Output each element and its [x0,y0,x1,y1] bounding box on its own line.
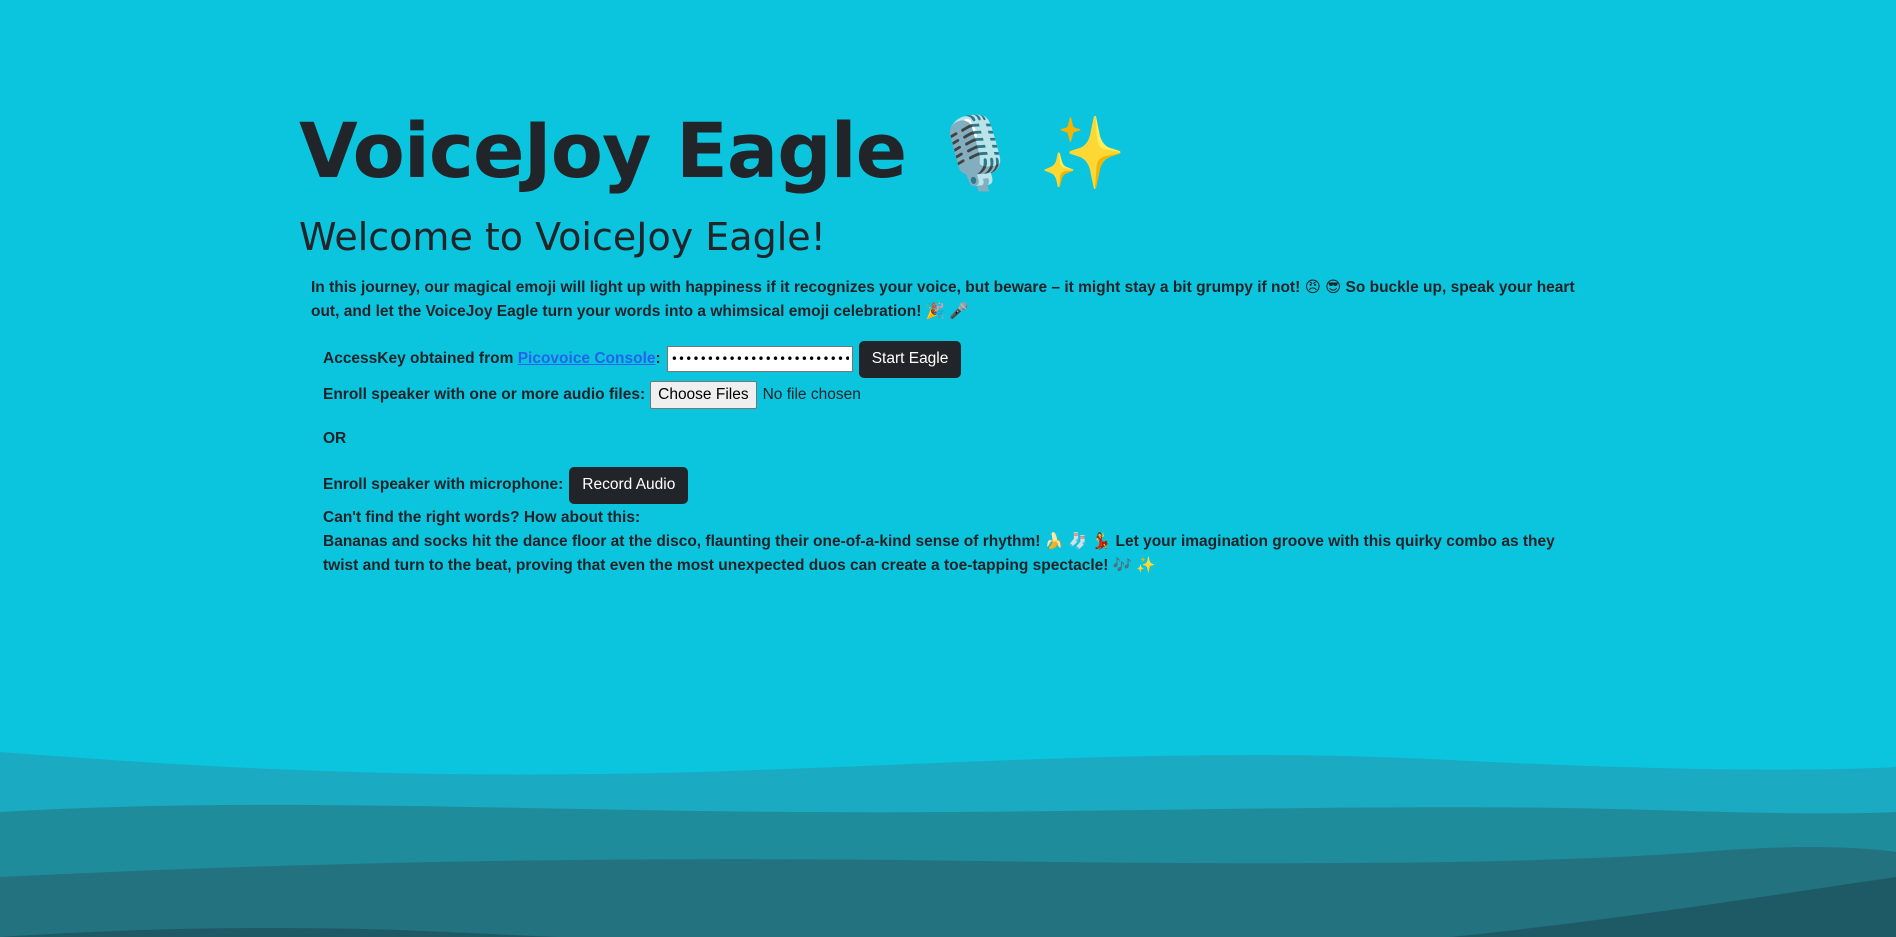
main-content: VoiceJoy Eagle 🎙️ ✨ Welcome to VoiceJoy … [299,96,1579,578]
microphone-sparkles-icon: 🎙️ ✨ [931,112,1127,194]
app-title-text: VoiceJoy Eagle [299,106,907,195]
enroll-files-row: Enroll speaker with one or more audio fi… [323,378,1579,412]
enroll-form: AccessKey obtained from Picovoice Consol… [323,340,1579,578]
enroll-files-label: Enroll speaker with one or more audio fi… [323,386,646,403]
or-divider: OR [323,430,347,447]
page: VoiceJoy Eagle 🎙️ ✨ Welcome to VoiceJoy … [0,0,1896,937]
record-audio-button[interactable]: Record Audio [569,466,689,504]
welcome-heading: Welcome to VoiceJoy Eagle! [299,215,826,259]
intro-text: In this journey, our magical emoji will … [311,279,1575,320]
background-waves [0,752,1896,937]
start-eagle-button[interactable]: Start Eagle [858,340,962,378]
access-key-row: AccessKey obtained from Picovoice Consol… [323,340,1579,378]
picovoice-console-link[interactable]: Picovoice Console [518,350,656,367]
access-key-input[interactable] [666,346,853,372]
enroll-mic-label: Enroll speaker with microphone: [323,476,564,493]
enroll-mic-row: Enroll speaker with microphone: Record A… [323,466,1579,504]
app-title: VoiceJoy Eagle 🎙️ ✨ [299,96,1579,208]
suggestion-title: Can't find the right words? How about th… [323,509,641,526]
choose-files-button[interactable]: Choose Files [650,381,757,409]
file-status-text: No file chosen [762,386,861,403]
suggestion-text: Bananas and socks hit the dance floor at… [323,533,1555,574]
access-key-label: AccessKey obtained from Picovoice Consol… [323,350,661,367]
